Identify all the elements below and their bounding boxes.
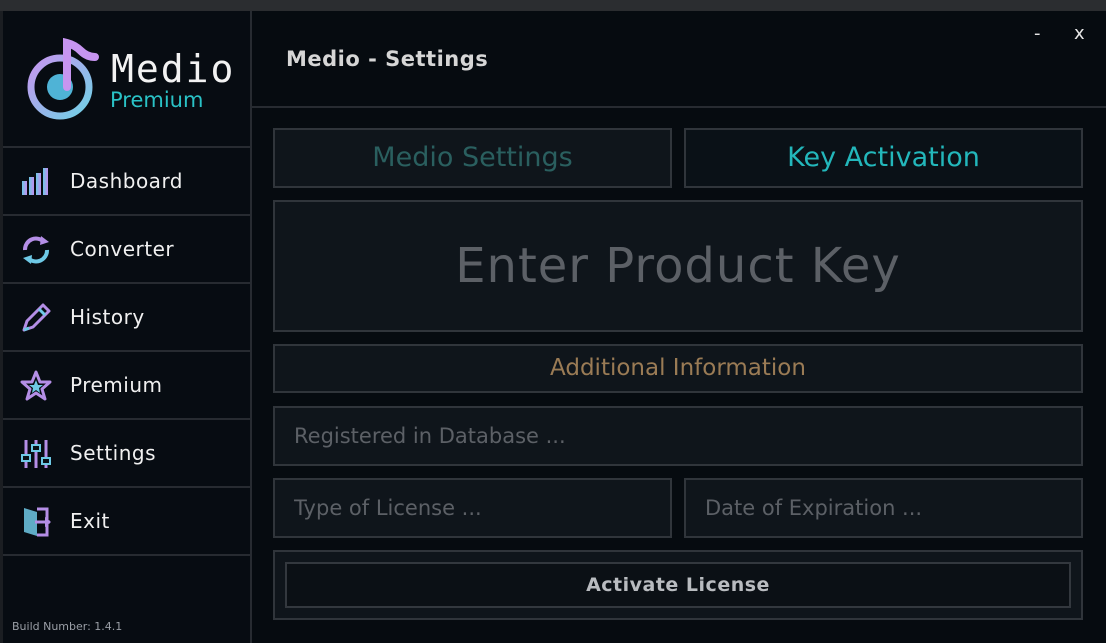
license-type-field[interactable] (275, 480, 670, 536)
registered-field-box (273, 406, 1083, 466)
product-key-input[interactable] (275, 202, 1081, 330)
exit-door-icon (24, 507, 51, 537)
product-key-box (273, 200, 1083, 332)
bar-chart-icon (22, 168, 48, 195)
sidebar-item-converter[interactable]: Converter (3, 216, 252, 284)
close-button[interactable]: x (1074, 23, 1085, 44)
logo-subtitle: Premium (110, 88, 204, 112)
sidebar-item-label: History (70, 305, 145, 329)
tab-key-activation[interactable]: Key Activation (684, 128, 1083, 188)
logo-title: Medio (111, 47, 236, 91)
settings-panel: Medio Settings Key Activation Additional… (273, 128, 1083, 631)
build-number: Build Number: 1.4.1 (12, 620, 123, 633)
registered-field[interactable] (275, 408, 1081, 464)
license-type-box (273, 478, 672, 538)
minimize-button[interactable]: - (1034, 23, 1041, 44)
refresh-icon (23, 236, 49, 264)
sidebar-item-exit[interactable]: Exit (3, 488, 252, 556)
sidebar-item-premium[interactable]: Premium (3, 352, 252, 420)
sidebar-item-settings[interactable]: Settings (3, 420, 252, 488)
sidebar-item-label: Dashboard (70, 169, 184, 193)
star-icon (20, 370, 52, 401)
activate-box: Activate License (273, 550, 1083, 620)
sidebar-item-dashboard[interactable]: Dashboard (3, 148, 252, 216)
logo: Medio Premium (3, 11, 252, 148)
page-title: Medio - Settings (286, 47, 489, 71)
tab-medio-settings[interactable]: Medio Settings (273, 128, 672, 188)
sidebar-item-history[interactable]: History (3, 284, 252, 352)
sidebar-item-label: Settings (70, 441, 157, 465)
header: Medio - Settings - x (252, 11, 1106, 108)
pencil-icon (22, 303, 51, 332)
sidebar-item-label: Converter (70, 237, 175, 261)
app-window: Medio Premium Dashboard Converter Histor… (0, 11, 1106, 643)
sliders-icon (21, 440, 51, 468)
music-note-icon (27, 38, 99, 120)
sidebar-item-label: Exit (70, 509, 110, 533)
expiration-box (684, 478, 1083, 538)
expiration-date-field[interactable] (686, 480, 1081, 536)
activate-license-button[interactable]: Activate License (285, 562, 1071, 608)
additional-info-header: Additional Information (273, 344, 1083, 393)
sidebar: Medio Premium Dashboard Converter Histor… (0, 11, 252, 643)
sidebar-item-label: Premium (70, 373, 163, 397)
